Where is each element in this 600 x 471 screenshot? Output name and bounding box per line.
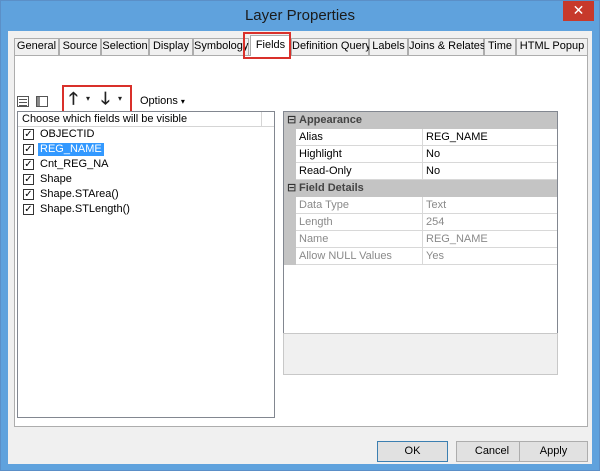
check-icon: ✓ [24, 159, 33, 170]
dialog-client: General Source Selection Display Symbolo… [8, 31, 592, 464]
category-field-details[interactable]: ⊟ Field Details [284, 180, 557, 197]
check-icon: ✓ [24, 129, 33, 140]
list-view-icon[interactable] [16, 93, 30, 111]
tab-html-popup[interactable]: HTML Popup [516, 38, 588, 55]
property-name: Length [299, 214, 423, 230]
field-list-header-label: Choose which fields will be visible [22, 113, 188, 125]
list-item[interactable]: ✓ Cnt_REG_NA [18, 157, 274, 172]
collapse-icon[interactable]: ⊟ [287, 112, 296, 128]
tab-fields[interactable]: Fields [250, 35, 291, 56]
arrow-down-icon: 🡓 [101, 89, 110, 109]
chevron-down-icon: ▾ [118, 94, 123, 103]
field-checkbox[interactable]: ✓ [23, 144, 34, 155]
check-icon: ✓ [24, 204, 33, 215]
property-value: 254 [426, 216, 445, 228]
property-row-highlight[interactable]: Highlight No [284, 146, 557, 163]
tab-general[interactable]: General [14, 38, 59, 55]
property-name: Name [299, 231, 423, 247]
tab-joins-relates[interactable]: Joins & Relates [408, 38, 485, 55]
property-name: Allow NULL Values [299, 248, 423, 264]
field-name[interactable]: Shape.STLength() [38, 203, 132, 216]
tab-source[interactable]: Source [59, 38, 101, 55]
chevron-down-icon: ▾ [86, 94, 91, 103]
header-divider [261, 112, 262, 126]
check-icon: ✓ [24, 189, 33, 200]
close-icon: ✕ [572, 3, 585, 19]
list-item[interactable]: ✓ OBJECTID [18, 127, 274, 142]
property-row-allow-null[interactable]: Allow NULL Values Yes [284, 248, 557, 265]
property-row-name[interactable]: Name REG_NAME [284, 231, 557, 248]
tab-symbology[interactable]: Symbology [193, 38, 249, 55]
check-icon: ✓ [24, 174, 33, 185]
field-panel-icon[interactable] [35, 93, 49, 111]
property-value: Yes [426, 250, 444, 262]
title-bar[interactable]: Layer Properties ✕ [1, 1, 599, 31]
tab-display[interactable]: Display [149, 38, 193, 55]
field-name[interactable]: OBJECTID [38, 128, 96, 141]
property-row-read-only[interactable]: Read-Only No [284, 163, 557, 180]
property-description-pane [283, 333, 558, 375]
list-item[interactable]: ✓ Shape.STArea() [18, 187, 274, 202]
move-up-button[interactable]: 🡑 ▾ [66, 89, 96, 109]
property-row-alias[interactable]: Alias REG_NAME [284, 129, 557, 146]
property-value[interactable]: REG_NAME [426, 129, 488, 145]
arrow-up-icon: 🡑 [69, 89, 78, 109]
apply-button[interactable]: Apply [519, 441, 588, 462]
field-checkbox[interactable]: ✓ [23, 189, 34, 200]
list-item[interactable]: ✓ Shape.STLength() [18, 202, 274, 217]
field-name-selected[interactable]: REG_NAME [38, 143, 104, 156]
close-button[interactable]: ✕ [563, 1, 594, 21]
move-field-buttons-highlight: 🡑 ▾ 🡓 ▾ [62, 85, 132, 113]
tab-selection[interactable]: Selection [101, 38, 149, 55]
property-name: Data Type [299, 197, 423, 213]
ok-button[interactable]: OK [377, 441, 448, 462]
property-value: REG_NAME [426, 233, 488, 245]
tab-time[interactable]: Time [484, 38, 516, 55]
property-value[interactable]: No [426, 146, 440, 162]
property-grid: ⊟ Appearance Alias REG_NAME Highlight No… [283, 111, 558, 355]
field-name[interactable]: Shape [38, 173, 74, 186]
options-label: Options [140, 95, 178, 107]
options-dropdown[interactable]: Options ▾ [140, 94, 185, 110]
category-appearance[interactable]: ⊟ Appearance [284, 112, 557, 129]
collapse-icon[interactable]: ⊟ [287, 180, 296, 196]
field-name[interactable]: Shape.STArea() [38, 188, 121, 201]
category-title: Appearance [299, 114, 362, 126]
tab-definition-query[interactable]: Definition Query [291, 38, 371, 55]
category-title: Field Details [299, 182, 364, 194]
property-name: Read-Only [299, 163, 423, 179]
layer-properties-window: Layer Properties ✕ General Source Select… [0, 0, 600, 471]
property-row-length[interactable]: Length 254 [284, 214, 557, 231]
list-item[interactable]: ✓ Shape [18, 172, 274, 187]
field-checkbox[interactable]: ✓ [23, 159, 34, 170]
field-checkbox[interactable]: ✓ [23, 174, 34, 185]
check-icon: ✓ [24, 144, 33, 155]
cancel-button[interactable]: Cancel [456, 441, 528, 462]
field-list: Choose which fields will be visible ✓ OB… [17, 111, 275, 418]
property-row-data-type[interactable]: Data Type Text [284, 197, 557, 214]
field-checkbox[interactable]: ✓ [23, 204, 34, 215]
property-value[interactable]: No [426, 163, 440, 179]
field-list-header: Choose which fields will be visible [18, 112, 274, 127]
property-value: Text [426, 199, 447, 211]
move-down-button[interactable]: 🡓 ▾ [98, 89, 128, 109]
property-name: Highlight [299, 146, 423, 162]
window-title: Layer Properties [244, 7, 356, 24]
field-name[interactable]: Cnt_REG_NA [38, 158, 110, 171]
tab-labels[interactable]: Labels [369, 38, 408, 55]
chevron-down-icon: ▾ [180, 97, 185, 106]
field-checkbox[interactable]: ✓ [23, 129, 34, 140]
list-item[interactable]: ✓ REG_NAME [18, 142, 274, 157]
property-name: Alias [299, 129, 423, 145]
